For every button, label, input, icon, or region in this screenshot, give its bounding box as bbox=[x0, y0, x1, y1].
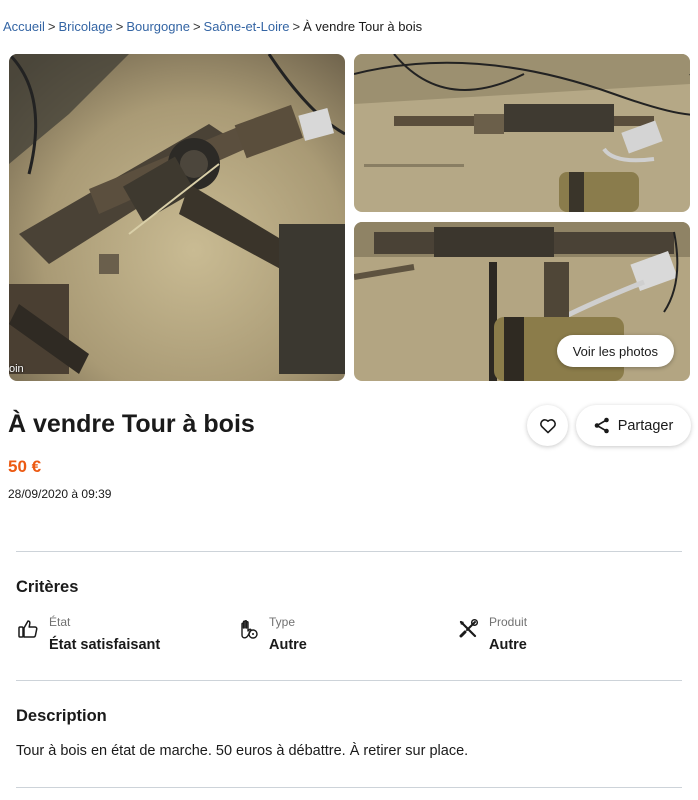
criteria-heading: Critères bbox=[16, 578, 79, 596]
listing-date: 28/09/2020 à 09:39 bbox=[8, 487, 112, 501]
criterion-label: Type bbox=[269, 615, 296, 629]
photo-tag: oin bbox=[9, 363, 24, 375]
thumbs-up-icon bbox=[18, 620, 38, 638]
favorite-button[interactable] bbox=[527, 405, 568, 446]
criterion-label: État bbox=[49, 615, 71, 629]
share-icon bbox=[594, 417, 609, 434]
main-photo[interactable]: oin bbox=[9, 54, 345, 381]
divider bbox=[16, 551, 682, 552]
description-text: Tour à bois en état de marche. 50 euros … bbox=[16, 743, 469, 759]
heart-icon bbox=[539, 418, 556, 433]
listing-title: À vendre Tour à bois bbox=[8, 410, 255, 438]
breadcrumb: Accueil > Bricolage > Bourgogne > Saône-et-Loi… bbox=[3, 19, 422, 34]
divider bbox=[16, 787, 682, 788]
criterion-type: Type Autre bbox=[237, 615, 307, 653]
breadcrumb-home[interactable]: Accueil bbox=[3, 19, 45, 34]
breadcrumb-separator: > bbox=[47, 19, 56, 34]
criterion-condition: État État satisfaisant bbox=[17, 615, 160, 653]
listing-price: 50 € bbox=[8, 457, 42, 476]
breadcrumb-department[interactable]: Saône-et-Loire bbox=[204, 19, 290, 34]
criterion-value: Autre bbox=[489, 637, 527, 653]
criterion-value: État satisfaisant bbox=[49, 637, 161, 653]
description-heading: Description bbox=[16, 707, 107, 725]
breadcrumb-separator: > bbox=[192, 19, 201, 34]
criterion-value: Autre bbox=[269, 637, 307, 653]
breadcrumb-current: À vendre Tour à bois bbox=[303, 19, 423, 34]
breadcrumb-separator: > bbox=[292, 19, 301, 34]
lathe-photo-2 bbox=[354, 54, 690, 212]
divider bbox=[16, 680, 682, 681]
hand-tag-icon bbox=[241, 620, 258, 639]
see-photos-button[interactable]: Voir les photos bbox=[556, 335, 674, 367]
tools-icon bbox=[459, 618, 479, 638]
share-button[interactable]: Partager bbox=[576, 405, 691, 446]
lathe-photo-main bbox=[9, 54, 345, 381]
criterion-label: Produit bbox=[489, 615, 528, 629]
breadcrumb-region[interactable]: Bourgogne bbox=[126, 19, 190, 34]
photo-gallery: oin Voir les photos bbox=[9, 54, 690, 381]
secondary-photo-1[interactable] bbox=[354, 54, 690, 212]
share-label: Partager bbox=[617, 417, 674, 434]
breadcrumb-category[interactable]: Bricolage bbox=[59, 19, 113, 34]
criterion-product: Produit Autre bbox=[457, 615, 527, 653]
secondary-photo-2[interactable]: Voir les photos bbox=[354, 222, 690, 381]
breadcrumb-separator: > bbox=[115, 19, 124, 34]
